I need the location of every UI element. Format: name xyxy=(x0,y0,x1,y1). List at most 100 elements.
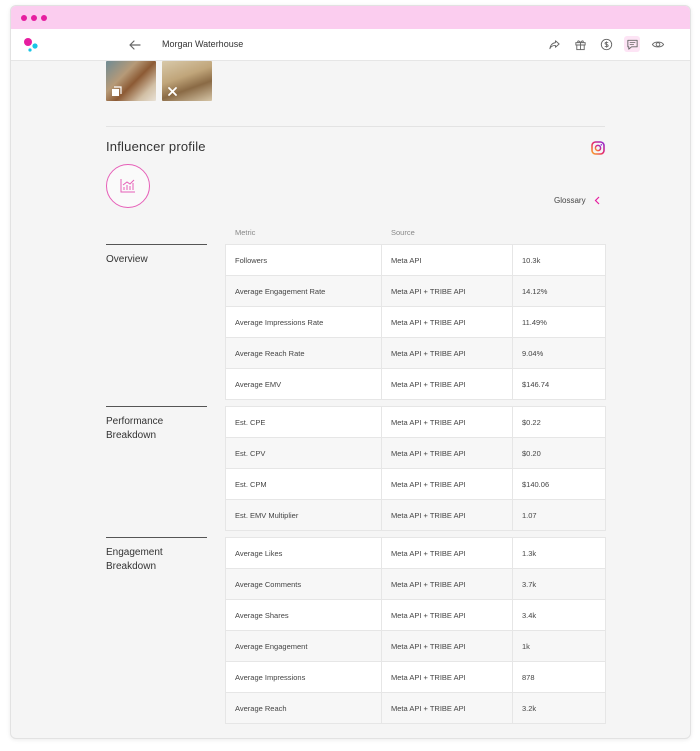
value-cell: 1.3k xyxy=(512,537,606,569)
metric-cell: Average Reach Rate xyxy=(225,337,382,369)
window-dot-maximize[interactable] xyxy=(41,14,47,21)
chart-icon xyxy=(120,179,135,193)
value-cell: $146.74 xyxy=(512,368,606,400)
metric-cell: Average Reach xyxy=(225,692,382,724)
metric-cell: Average Engagement Rate xyxy=(225,275,382,307)
gift-icon xyxy=(574,39,586,50)
table-row: Average Comments Meta API + TRIBE API 3.… xyxy=(225,568,606,600)
source-cell: Meta API xyxy=(381,244,513,276)
value-cell: 11.49% xyxy=(512,306,606,338)
metric-cell: Est. EMV Multiplier xyxy=(225,499,382,531)
metric-cell: Est. CPV xyxy=(225,437,382,469)
page-title: Morgan Waterhouse xyxy=(162,39,244,49)
glossary-toggle[interactable]: Glossary xyxy=(554,196,600,205)
metric-cell: Average Impressions Rate xyxy=(225,306,382,338)
source-cell: Meta API + TRIBE API xyxy=(381,337,513,369)
metric-cell: Average Shares xyxy=(225,599,382,631)
source-cell: Meta API + TRIBE API xyxy=(381,568,513,600)
value-cell: 10.3k xyxy=(512,244,606,276)
table-row: Est. CPV Meta API + TRIBE API $0.20 xyxy=(225,437,606,469)
section-label-performance: Performance Breakdown xyxy=(106,406,207,443)
source-cell: Meta API + TRIBE API xyxy=(381,437,513,469)
logo-icon[interactable] xyxy=(23,37,43,53)
source-cell: Meta API + TRIBE API xyxy=(381,537,513,569)
column-header-source: Source xyxy=(391,228,415,237)
eye-icon xyxy=(651,41,665,47)
source-cell: Meta API + TRIBE API xyxy=(381,468,513,500)
gift-button[interactable] xyxy=(572,36,588,52)
value-cell: 9.04% xyxy=(512,337,606,369)
table-row: Est. CPE Meta API + TRIBE API $0.22 xyxy=(225,406,606,438)
metric-cell: Average EMV xyxy=(225,368,382,400)
metric-cell: Average Engagement xyxy=(225,630,382,662)
app-window: Morgan Waterhouse Influencer profile Glo… xyxy=(10,5,691,739)
metrics-table-engagement: Average Likes Meta API + TRIBE API 1.3k … xyxy=(225,537,606,724)
metric-cell: Followers xyxy=(225,244,382,276)
view-button[interactable] xyxy=(650,36,666,52)
table-row: Est. EMV Multiplier Meta API + TRIBE API… xyxy=(225,499,606,531)
share-button[interactable] xyxy=(546,36,562,52)
source-cell: Meta API + TRIBE API xyxy=(381,406,513,438)
value-cell: 878 xyxy=(512,661,606,693)
value-cell: 3.2k xyxy=(512,692,606,724)
table-row: Average Engagement Rate Meta API + TRIBE… xyxy=(225,275,606,307)
value-cell: 1k xyxy=(512,630,606,662)
section-label-overview: Overview xyxy=(106,244,207,267)
source-cell: Meta API + TRIBE API xyxy=(381,499,513,531)
post-thumbnail[interactable] xyxy=(162,61,212,101)
metric-cell: Est. CPM xyxy=(225,468,382,500)
source-cell: Meta API + TRIBE API xyxy=(381,661,513,693)
value-cell: 3.4k xyxy=(512,599,606,631)
table-row: Est. CPM Meta API + TRIBE API $140.06 xyxy=(225,468,606,500)
header-actions xyxy=(546,36,666,52)
table-row: Average Shares Meta API + TRIBE API 3.4k xyxy=(225,599,606,631)
metric-cell: Average Comments xyxy=(225,568,382,600)
table-row: Average Reach Rate Meta API + TRIBE API … xyxy=(225,337,606,369)
table-row: Average Impressions Rate Meta API + TRIB… xyxy=(225,306,606,338)
window-dot-close[interactable] xyxy=(21,14,27,21)
window-titlebar xyxy=(11,6,690,29)
chevron-left-icon xyxy=(594,196,599,205)
glossary-label: Glossary xyxy=(554,196,586,205)
column-header-metric: Metric xyxy=(235,228,256,237)
section-title: Influencer profile xyxy=(106,139,206,154)
analytics-chart-button[interactable] xyxy=(106,164,150,208)
close-icon[interactable] xyxy=(167,86,178,97)
metric-cell: Average Impressions xyxy=(225,661,382,693)
post-thumbnails xyxy=(106,61,212,101)
source-cell: Meta API + TRIBE API xyxy=(381,368,513,400)
profile-content: Influencer profile Glossary Metric Sourc… xyxy=(11,61,690,738)
metrics-table-performance: Est. CPE Meta API + TRIBE API $0.22 Est.… xyxy=(225,406,606,531)
carousel-icon xyxy=(112,86,122,96)
source-cell: Meta API + TRIBE API xyxy=(381,630,513,662)
value-cell: $140.06 xyxy=(512,468,606,500)
source-cell: Meta API + TRIBE API xyxy=(381,275,513,307)
table-row: Average Likes Meta API + TRIBE API 1.3k xyxy=(225,537,606,569)
dollar-icon xyxy=(600,38,612,50)
section-divider xyxy=(106,126,605,127)
metrics-table-overview: Followers Meta API 10.3k Average Engagem… xyxy=(225,244,606,400)
value-cell: 3.7k xyxy=(512,568,606,600)
back-arrow-icon[interactable] xyxy=(127,37,143,53)
value-cell: $0.20 xyxy=(512,437,606,469)
table-row: Average Reach Meta API + TRIBE API 3.2k xyxy=(225,692,606,724)
source-cell: Meta API + TRIBE API xyxy=(381,306,513,338)
instagram-icon[interactable] xyxy=(591,141,605,155)
table-row: Average Engagement Meta API + TRIBE API … xyxy=(225,630,606,662)
value-cell: 1.07 xyxy=(512,499,606,531)
message-icon xyxy=(626,39,638,50)
post-thumbnail[interactable] xyxy=(106,61,156,101)
section-label-engagement: Engagement Breakdown xyxy=(106,537,207,574)
payment-button[interactable] xyxy=(598,36,614,52)
table-row: Average EMV Meta API + TRIBE API $146.74 xyxy=(225,368,606,400)
window-dot-minimize[interactable] xyxy=(31,14,37,21)
app-header: Morgan Waterhouse xyxy=(11,29,690,61)
messages-button[interactable] xyxy=(624,36,640,52)
source-cell: Meta API + TRIBE API xyxy=(381,599,513,631)
value-cell: 14.12% xyxy=(512,275,606,307)
value-cell: $0.22 xyxy=(512,406,606,438)
metric-cell: Average Likes xyxy=(225,537,382,569)
share-icon xyxy=(548,39,560,49)
source-cell: Meta API + TRIBE API xyxy=(381,692,513,724)
table-row: Average Impressions Meta API + TRIBE API… xyxy=(225,661,606,693)
